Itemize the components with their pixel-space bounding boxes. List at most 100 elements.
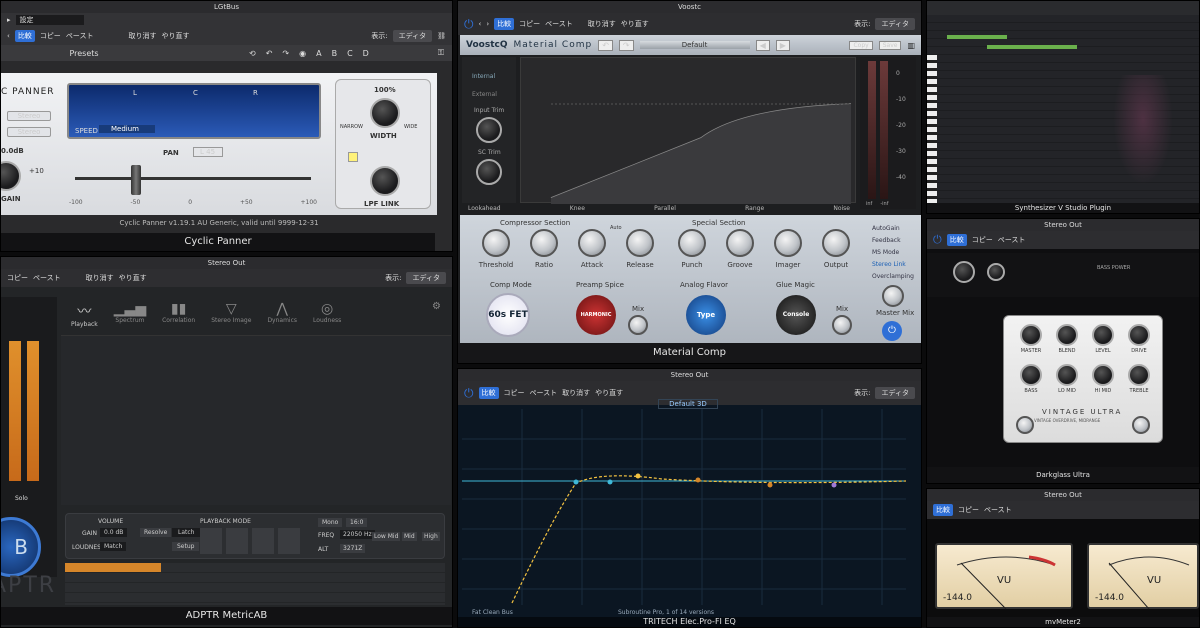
active-track[interactable] bbox=[65, 563, 161, 572]
lpf-knob[interactable] bbox=[370, 166, 400, 196]
preset-next-icon[interactable]: ▶ bbox=[775, 39, 790, 51]
solo-button[interactable]: Solo bbox=[15, 495, 28, 502]
knob-imager[interactable] bbox=[774, 229, 802, 257]
view-select[interactable]: エディタ bbox=[406, 272, 446, 284]
knob-release[interactable] bbox=[626, 229, 654, 257]
option-autogain[interactable]: AutoGain bbox=[872, 223, 914, 235]
knob-punch[interactable] bbox=[678, 229, 706, 257]
preamp-selector[interactable]: HARMONIC bbox=[576, 295, 616, 335]
menu-icon[interactable]: ▸ bbox=[7, 16, 11, 24]
pedal-knob-lo-mid[interactable] bbox=[1056, 364, 1078, 386]
copy-preset-button[interactable]: Copy bbox=[849, 40, 873, 50]
option-ms-mode[interactable]: MS Mode bbox=[872, 247, 914, 259]
power-icon[interactable]: ⏻ bbox=[464, 17, 474, 32]
stereo-button-1[interactable]: Stereo bbox=[7, 111, 51, 121]
paste-button[interactable]: ペースト bbox=[33, 273, 61, 283]
copy-button[interactable]: コピー bbox=[7, 273, 28, 283]
paste-button[interactable]: ペースト bbox=[66, 31, 94, 41]
note-block[interactable] bbox=[987, 45, 1077, 49]
pan-slider-track[interactable] bbox=[75, 177, 311, 180]
power-icon[interactable]: ⏻ bbox=[933, 233, 942, 247]
knob-output[interactable] bbox=[822, 229, 850, 257]
presets-button[interactable]: Presets bbox=[9, 49, 159, 58]
band-mid[interactable]: Mid bbox=[402, 532, 417, 541]
view-select[interactable]: エディタ bbox=[392, 30, 433, 42]
glue-mix-knob[interactable] bbox=[832, 315, 852, 335]
pedal-knob-treble[interactable] bbox=[1128, 364, 1150, 386]
range-slider[interactable]: Range bbox=[745, 205, 764, 215]
input-knob[interactable] bbox=[953, 261, 975, 283]
freq-value[interactable]: 22050 Hz bbox=[340, 530, 375, 539]
redo-icon[interactable]: ↷ bbox=[282, 49, 289, 58]
paste-button[interactable]: ペースト bbox=[998, 235, 1026, 245]
pedal-knob-blend[interactable] bbox=[1056, 324, 1078, 346]
tab-loudness[interactable]: ◎ Loudness bbox=[313, 301, 341, 331]
knob-ratio[interactable] bbox=[530, 229, 558, 257]
width-knob[interactable] bbox=[370, 98, 400, 128]
mono-button[interactable]: Mono bbox=[318, 518, 343, 527]
keyboard[interactable] bbox=[927, 55, 937, 205]
compare-button[interactable]: 比較 bbox=[478, 387, 499, 399]
loudness-value[interactable]: Match bbox=[100, 542, 127, 551]
copy-button[interactable]: コピー bbox=[958, 505, 979, 515]
gain-value[interactable]: 0.0 dB bbox=[100, 528, 128, 537]
footswitch-right[interactable] bbox=[1132, 416, 1150, 434]
option-feedback[interactable]: Feedback bbox=[872, 235, 914, 247]
glue-selector[interactable]: Console bbox=[776, 295, 816, 335]
pedal-knob-master[interactable] bbox=[1020, 324, 1042, 346]
camera-icon[interactable]: ◉ bbox=[299, 49, 306, 58]
paste-button[interactable]: ペースト bbox=[545, 19, 573, 29]
undo-button[interactable]: 取り消す bbox=[588, 19, 616, 29]
preamp-mix-knob[interactable] bbox=[628, 315, 648, 335]
comp-mode-selector[interactable]: 60s FET bbox=[486, 293, 530, 337]
knob-threshold[interactable] bbox=[482, 229, 510, 257]
knee-slider[interactable]: Knee bbox=[570, 205, 585, 215]
gear-icon[interactable]: ⚙ bbox=[432, 301, 441, 331]
eq-bottom-label[interactable]: Fat Clean Bus bbox=[472, 609, 513, 616]
eq-preset[interactable]: Default 3D bbox=[658, 399, 718, 409]
power-icon[interactable]: ⏻ bbox=[882, 321, 902, 341]
solo-value[interactable]: 16:0 bbox=[346, 518, 368, 527]
band-high[interactable]: High bbox=[422, 532, 440, 541]
view-select[interactable]: エディタ bbox=[875, 387, 915, 399]
copy-button[interactable]: コピー bbox=[972, 235, 993, 245]
slot-b[interactable]: B bbox=[332, 49, 338, 58]
eq-graph[interactable] bbox=[462, 409, 906, 605]
preset-display[interactable]: Default bbox=[639, 41, 750, 49]
note-block[interactable] bbox=[947, 35, 1007, 39]
save-preset-button[interactable]: Save bbox=[878, 40, 902, 50]
link-icon[interactable]: ⛓ bbox=[437, 32, 446, 40]
analog-selector[interactable]: Type bbox=[686, 295, 726, 335]
view-select[interactable]: エディタ bbox=[875, 18, 915, 30]
resolve-button[interactable]: Resolve bbox=[140, 528, 172, 537]
chevron-right-icon[interactable]: › bbox=[486, 20, 489, 28]
copy-button[interactable]: コピー bbox=[40, 31, 61, 41]
output-knob[interactable] bbox=[987, 263, 1005, 281]
pan-slider-handle[interactable] bbox=[131, 165, 141, 195]
redo-button[interactable]: やり直す bbox=[119, 273, 147, 283]
gain-knob[interactable] bbox=[1, 161, 21, 191]
noise-slider[interactable]: Noise bbox=[833, 205, 850, 215]
option-overclamping[interactable]: Overclamping bbox=[872, 271, 914, 283]
source-external[interactable]: External bbox=[472, 91, 497, 98]
undo-icon[interactable]: ↶ bbox=[266, 49, 273, 58]
tab-stereo-image[interactable]: ▽ Stereo Image bbox=[211, 301, 251, 331]
latch-select[interactable]: Latch bbox=[172, 528, 201, 537]
slot-a[interactable]: A bbox=[316, 49, 321, 58]
redo-button[interactable]: やり直す bbox=[621, 19, 649, 29]
playback-grid[interactable] bbox=[200, 528, 300, 554]
pedal-knob-drive[interactable] bbox=[1128, 324, 1150, 346]
tab-dynamics[interactable]: ⋀ Dynamics bbox=[267, 301, 297, 331]
paste-button[interactable]: ペースト bbox=[530, 388, 558, 398]
undo-button[interactable]: 取り消す bbox=[128, 31, 156, 41]
preset-prev-icon[interactable]: ◀ bbox=[755, 39, 770, 51]
settings-icon[interactable]: ▥ bbox=[907, 41, 915, 50]
pedal-knob-level[interactable] bbox=[1092, 324, 1114, 346]
parallel-slider[interactable]: Parallel bbox=[654, 205, 676, 215]
paste-button[interactable]: ペースト bbox=[984, 505, 1012, 515]
piano-roll[interactable] bbox=[927, 15, 1199, 205]
pedal-knob-bass[interactable] bbox=[1020, 364, 1042, 386]
tab-playback[interactable]: 〰 Playback bbox=[71, 301, 98, 331]
compare-button[interactable]: 比較 bbox=[946, 234, 967, 246]
pedal-knob-hi-mid[interactable] bbox=[1092, 364, 1114, 386]
